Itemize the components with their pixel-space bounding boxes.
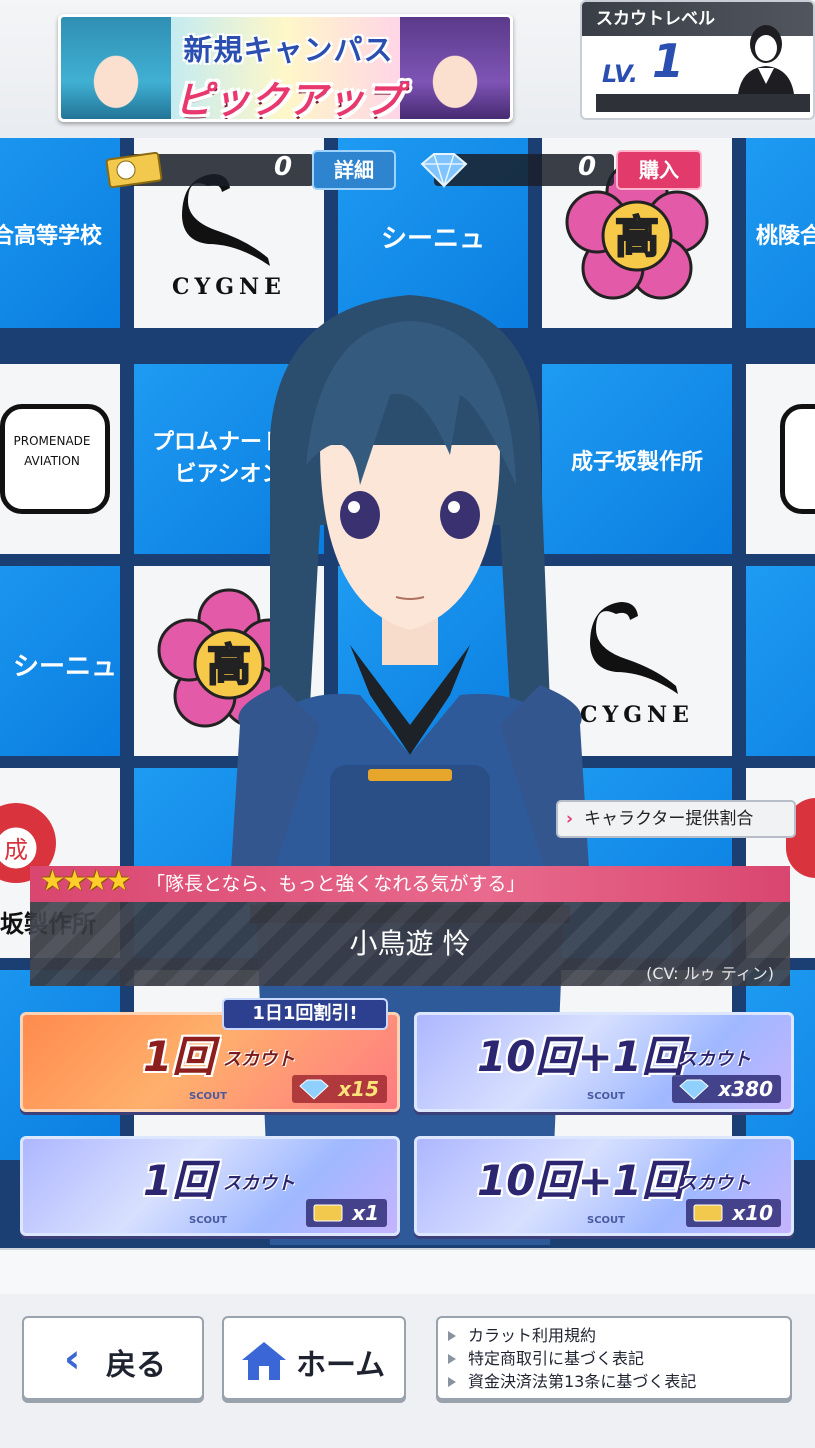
tile-school: 桃陵合高等学校 bbox=[0, 138, 120, 328]
detail-button[interactable]: 詳細 bbox=[312, 150, 396, 190]
chevron-right-icon: › bbox=[566, 809, 574, 829]
rate-link-label: キャラクター提供割合 bbox=[584, 809, 754, 829]
back-button[interactable]: ‹ 戻る bbox=[22, 1316, 204, 1400]
scout-1-gem-cost-value: x15 bbox=[338, 1077, 379, 1101]
tile-blue-edge bbox=[746, 566, 815, 756]
buy-button[interactable]: 購入 bbox=[616, 150, 702, 190]
ticket-count: 0 bbox=[274, 152, 293, 182]
scout-11-gem-cost: x380 bbox=[672, 1075, 781, 1103]
scout-11-gem-cost-value: x380 bbox=[718, 1077, 773, 1101]
home-button[interactable]: ホーム bbox=[222, 1316, 406, 1400]
footer-nav: ‹ 戻る ホーム カラット利用規約 特定商取引に基づく表記 資金決済法第13条に… bbox=[0, 1294, 815, 1448]
level-prefix: LV. bbox=[602, 60, 638, 88]
scout-1-gem-tag: SCOUT bbox=[189, 1091, 227, 1102]
tile-cygne-jp-text: シーニュ bbox=[380, 224, 485, 254]
tile-school-2: 桃陵合高等学校 bbox=[746, 138, 815, 328]
legal-links: カラット利用規約 特定商取引に基づく表記 資金決済法第13条に基づく表記 bbox=[436, 1316, 792, 1400]
scout-11-ticket-button[interactable]: 10回+1回 スカウト SCOUT x10 bbox=[414, 1136, 794, 1236]
ticket-icon bbox=[105, 152, 163, 188]
legal-link-payment-act[interactable]: 資金決済法第13条に基づく表記 bbox=[448, 1370, 790, 1393]
promenade-badge-icon-2 bbox=[780, 404, 815, 514]
level-progress-bar bbox=[596, 94, 810, 112]
promenade-en-1: PROMENADE bbox=[13, 434, 91, 448]
promenade-en-2: AVIATION bbox=[24, 454, 80, 468]
rarity-stars-icon: ★★★★ bbox=[40, 864, 131, 897]
banner-title: 新規キャンパス bbox=[183, 33, 394, 67]
scout-11-ticket-tag: SCOUT bbox=[587, 1215, 625, 1226]
scout-1-gem-sub: スカウト bbox=[223, 1049, 295, 1070]
back-label: 戻る bbox=[106, 1348, 166, 1383]
tile-school-text: 桃陵合高等学校 bbox=[0, 224, 102, 249]
scout-1-ticket-main: 1回 bbox=[143, 1156, 215, 1205]
sei-char: 成 bbox=[4, 836, 28, 864]
scout-11-gem-sub: スカウト bbox=[679, 1049, 751, 1070]
scout-11-ticket-cost: x10 bbox=[686, 1199, 781, 1227]
home-label: ホーム bbox=[296, 1348, 386, 1383]
scout-1-ticket-sub: スカウト bbox=[223, 1173, 295, 1194]
home-icon bbox=[242, 1342, 286, 1380]
tile-promenade-logo: PROMENADE AVIATION bbox=[0, 364, 120, 554]
scout-11-ticket-sub: スカウト bbox=[679, 1173, 751, 1194]
banner-subtitle: ピックアップ bbox=[174, 78, 403, 122]
scout-1-gem-main: 1回 bbox=[143, 1032, 215, 1081]
banner-character-left bbox=[61, 17, 171, 119]
character-quote: 「隊長となら、もっと強くなれる気がする」 bbox=[30, 866, 790, 902]
character-name-box: 小鳥遊 怜 (CV: ルゥ ティン) bbox=[30, 902, 790, 986]
scout-11-ticket-main: 10回+1回 bbox=[477, 1156, 684, 1205]
scout-1-ticket-tag: SCOUT bbox=[189, 1215, 227, 1226]
scout-level-panel: スカウトレベル LV. bbox=[580, 0, 815, 120]
scout-level-value: 1 bbox=[652, 34, 685, 88]
scout-1-ticket-cost-value: x1 bbox=[352, 1201, 379, 1225]
legal-link-carat-terms[interactable]: カラット利用規約 bbox=[448, 1324, 790, 1347]
ticket-icon bbox=[693, 1204, 723, 1222]
character-name: 小鳥遊 怜 bbox=[349, 927, 471, 960]
scout-11-gem-tag: SCOUT bbox=[587, 1091, 625, 1102]
tile-cygne-jp-2-text: シーニュ bbox=[12, 652, 117, 682]
tile-school-2-text: 桃陵合高等学校 bbox=[756, 224, 815, 249]
gem-count: 0 bbox=[578, 152, 597, 182]
gem-icon bbox=[679, 1079, 710, 1100]
user-avatar-icon bbox=[738, 25, 794, 94]
daily-discount-badge: 1日1回割引! bbox=[222, 998, 388, 1030]
gem-icon bbox=[420, 153, 468, 189]
scout-1-ticket-button[interactable]: 1回 スカウト SCOUT x1 bbox=[20, 1136, 400, 1236]
scout-11-ticket-cost-value: x10 bbox=[732, 1201, 773, 1225]
gem-icon bbox=[299, 1079, 330, 1100]
tile-cygne-jp-2: シーニュ bbox=[0, 566, 120, 756]
character-rate-link[interactable]: › キャラクター提供割合 bbox=[556, 800, 796, 838]
tile-promenade-logo-2 bbox=[746, 364, 815, 554]
legal-link-commerce-act[interactable]: 特定商取引に基づく表記 bbox=[448, 1347, 790, 1370]
pickup-banner[interactable]: 新規キャンパス ピックアップ bbox=[58, 14, 513, 122]
ticket-icon bbox=[313, 1204, 343, 1222]
banner-character-right bbox=[400, 17, 510, 119]
scout-11-gem-main: 10回+1回 bbox=[477, 1032, 684, 1081]
scout-1-ticket-cost: x1 bbox=[306, 1199, 387, 1227]
character-cv: (CV: ルゥ ティン) bbox=[646, 964, 774, 983]
footer-divider bbox=[0, 1248, 815, 1294]
kou-char: 高 bbox=[615, 212, 659, 263]
top-area: 新規キャンパス ピックアップ スカウトレベル LV. bbox=[0, 0, 815, 138]
chevron-left-icon: ‹ bbox=[64, 1336, 81, 1382]
scout-1-gem-cost: x15 bbox=[292, 1075, 387, 1103]
currency-bar: 0 詳細 0 購入 bbox=[104, 150, 704, 190]
scout-11-gem-button[interactable]: 10回+1回 スカウト SCOUT x380 bbox=[414, 1012, 794, 1112]
